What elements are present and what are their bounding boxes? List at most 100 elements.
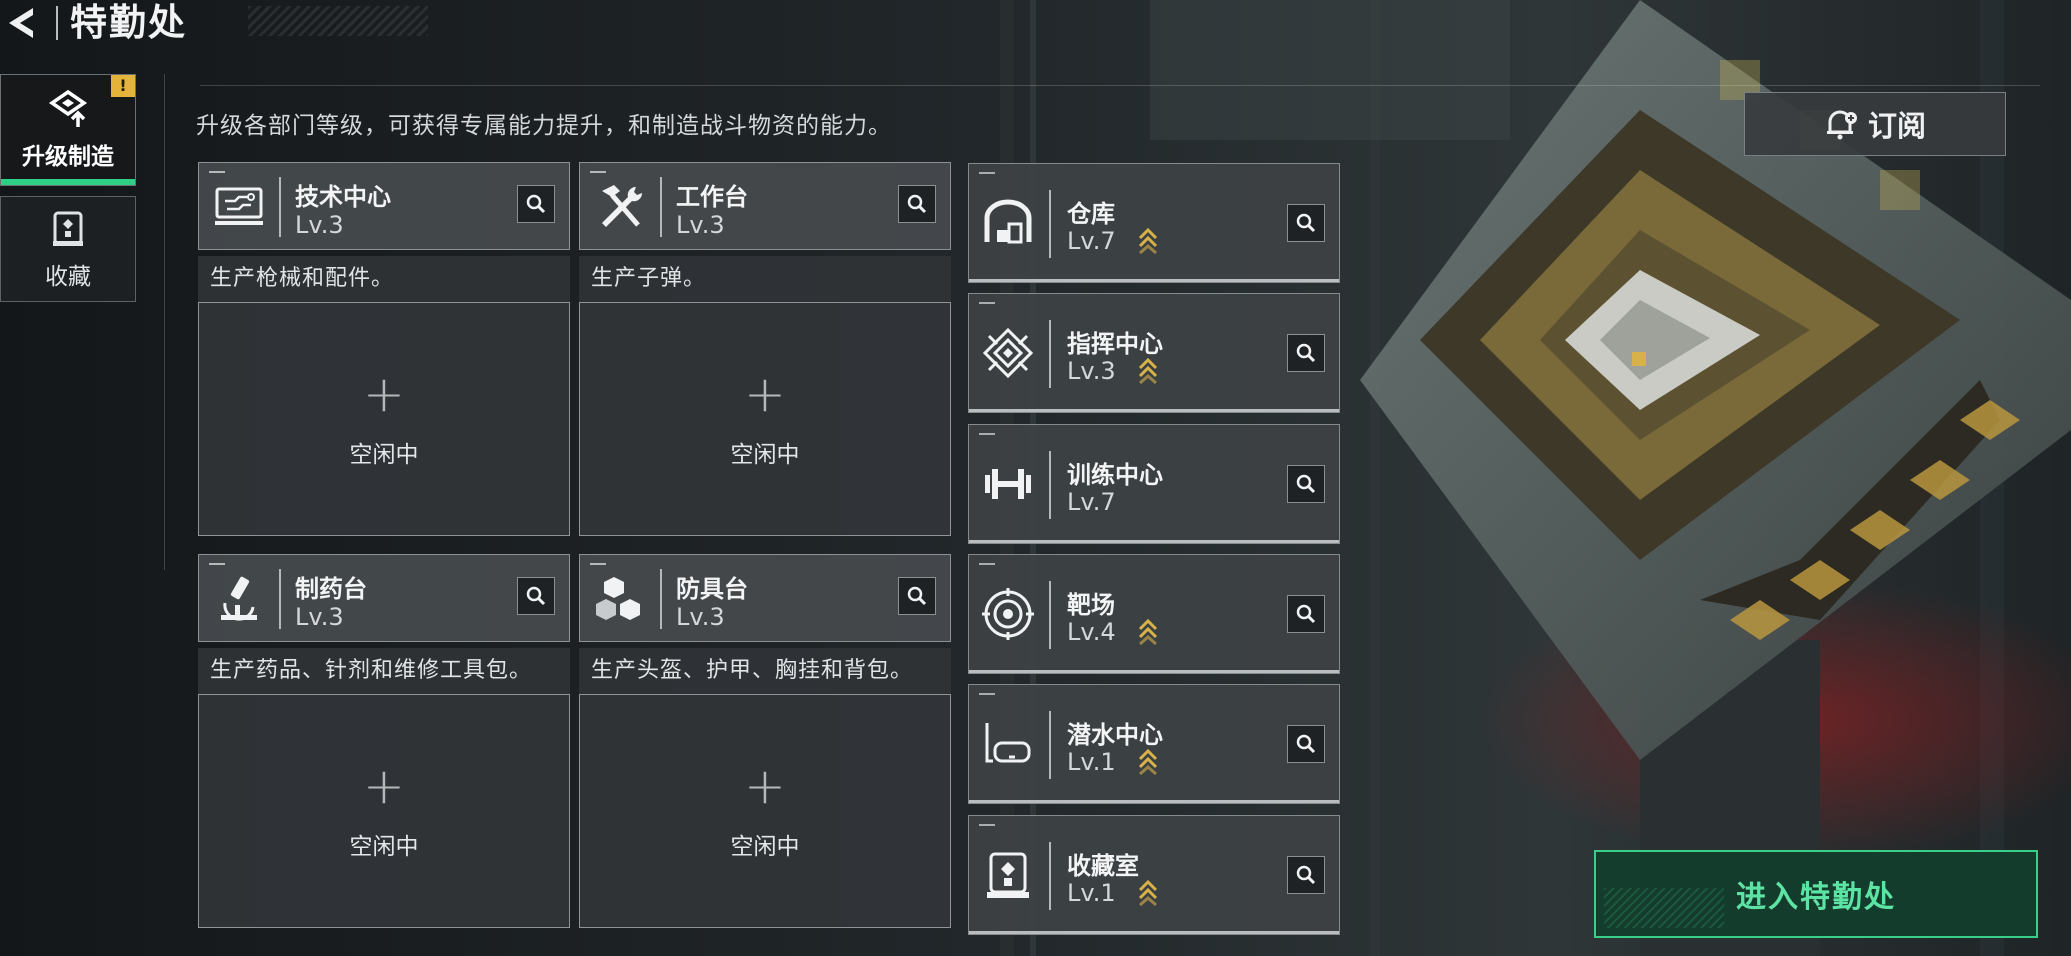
command-emblem-icon <box>982 327 1034 379</box>
search-icon <box>907 194 927 214</box>
header-decoration <box>248 6 428 36</box>
left-divider <box>164 74 165 570</box>
production-slot[interactable]: + 空闲中 <box>198 694 570 928</box>
facility-card-shooting-range[interactable]: 靶场 Lv.4 <box>968 554 1340 674</box>
target-icon <box>982 588 1034 640</box>
nav-tab-collection[interactable]: 收藏 <box>0 196 136 302</box>
collection-cabinet-icon <box>987 852 1029 898</box>
search-icon <box>1296 734 1316 754</box>
facility-card-collection-room[interactable]: 收藏室 Lv.1 <box>968 815 1340 935</box>
facility-name: 靶场 <box>1067 591 1115 619</box>
facility-level: Lv.1 <box>1067 879 1116 907</box>
facility-name: 制药台 <box>295 575 367 603</box>
search-button[interactable] <box>517 185 555 223</box>
facility-level: Lv.7 <box>1067 227 1116 255</box>
search-button[interactable] <box>517 577 555 615</box>
facility-level: Lv.3 <box>1067 357 1116 385</box>
facility-level: Lv.3 <box>676 603 725 631</box>
search-icon <box>907 586 927 606</box>
search-button[interactable] <box>1287 204 1325 242</box>
page-title: 特勤处 <box>70 1 187 44</box>
enter-button-label: 进入特勤处 <box>1736 880 1896 915</box>
header-separator <box>660 569 662 629</box>
production-slot[interactable]: + 空闲中 <box>198 302 570 536</box>
search-button[interactable] <box>1287 595 1325 633</box>
facility-description: 生产头盔、护甲、胸挂和背包。 <box>579 648 951 694</box>
facility-card-command-center[interactable]: 指挥中心 Lv.3 <box>968 293 1340 413</box>
back-arrow-icon <box>9 8 33 38</box>
facility-card-warehouse[interactable]: 仓库 Lv.7 <box>968 163 1340 283</box>
card-separator <box>1049 711 1051 779</box>
production-slot[interactable]: + 空闲中 <box>579 302 951 536</box>
facility-name: 指挥中心 <box>1067 330 1163 358</box>
upgrade-arrow-icon <box>1138 357 1158 384</box>
microscope-icon <box>221 576 257 621</box>
add-icon: + <box>744 365 786 423</box>
search-icon <box>1296 474 1316 494</box>
facility-name: 防具台 <box>676 575 748 603</box>
nav-tab-upgrade[interactable]: ! 升级制造 <box>0 74 136 186</box>
search-button[interactable] <box>1287 334 1325 372</box>
facility-description: 生产枪械和配件。 <box>198 256 570 302</box>
top-divider <box>200 85 2040 86</box>
production-card-header: 技术中心 Lv.3 <box>198 162 570 250</box>
nav-label-collection: 收藏 <box>45 264 91 290</box>
production-card-workbench: 工作台 Lv.3 生产子弹。 + 空闲中 <box>579 162 951 536</box>
header-separator <box>279 569 281 629</box>
hammer-wrench-icon <box>602 185 643 227</box>
nav-label-upgrade: 升级制造 <box>22 144 114 170</box>
facility-name: 工作台 <box>676 183 748 211</box>
production-slot[interactable]: + 空闲中 <box>579 694 951 928</box>
search-button[interactable] <box>898 577 936 615</box>
collection-cabinet-icon <box>53 211 83 246</box>
cubes-icon <box>596 577 640 620</box>
add-icon: + <box>363 757 405 815</box>
production-card-tech-center: 技术中心 Lv.3 生产枪械和配件。 + 空闲中 <box>198 162 570 536</box>
facility-name: 仓库 <box>1067 200 1115 228</box>
warehouse-icon <box>984 199 1032 244</box>
diving-mask-icon <box>985 723 1031 763</box>
slot-status: 空闲中 <box>349 442 419 468</box>
facility-name: 潜水中心 <box>1067 721 1163 749</box>
production-card-header: 制药台 Lv.3 <box>198 554 570 642</box>
back-button[interactable] <box>0 0 46 46</box>
facility-level: Lv.3 <box>676 211 725 239</box>
alert-badge: ! <box>111 75 135 97</box>
search-button[interactable] <box>1287 465 1325 503</box>
facility-card-training-center[interactable]: 训练中心 Lv.7 <box>968 424 1340 544</box>
search-button[interactable] <box>898 185 936 223</box>
search-button[interactable] <box>1287 856 1325 894</box>
facility-level: Lv.1 <box>1067 748 1116 776</box>
facility-level: Lv.7 <box>1067 488 1116 516</box>
production-card-header: 防具台 Lv.3 <box>579 554 951 642</box>
facility-description: 生产子弹。 <box>579 256 951 302</box>
bell-subscribe-icon <box>1826 110 1857 140</box>
search-button[interactable] <box>1287 725 1325 763</box>
computer-icon <box>215 187 263 225</box>
search-icon <box>1296 604 1316 624</box>
slot-status: 空闲中 <box>349 834 419 860</box>
facility-level: Lv.4 <box>1067 618 1116 646</box>
facility-description: 生产药品、针剂和维修工具包。 <box>198 648 570 694</box>
add-icon: + <box>744 757 786 815</box>
slot-status: 空闲中 <box>730 442 800 468</box>
upgrade-icon <box>48 89 88 127</box>
header-divider <box>56 6 58 40</box>
production-card-header: 工作台 Lv.3 <box>579 162 951 250</box>
facility-name: 技术中心 <box>295 183 391 211</box>
enter-special-ops-button[interactable]: 进入特勤处 <box>1594 850 2038 938</box>
search-icon <box>526 586 546 606</box>
facility-name: 收藏室 <box>1067 852 1139 880</box>
facility-name: 训练中心 <box>1067 461 1163 489</box>
facility-level: Lv.3 <box>295 603 344 631</box>
subscribe-button[interactable]: 订阅 <box>1744 92 2006 156</box>
header-separator <box>279 177 281 237</box>
upgrade-arrow-icon <box>1138 879 1158 906</box>
search-icon <box>1296 865 1316 885</box>
search-icon <box>526 194 546 214</box>
slot-status: 空闲中 <box>730 834 800 860</box>
facility-level: Lv.3 <box>295 211 344 239</box>
card-separator <box>1049 842 1051 910</box>
production-card-pharmacy: 制药台 Lv.3 生产药品、针剂和维修工具包。 + 空闲中 <box>198 554 570 928</box>
facility-card-diving-center[interactable]: 潜水中心 Lv.1 <box>968 684 1340 804</box>
